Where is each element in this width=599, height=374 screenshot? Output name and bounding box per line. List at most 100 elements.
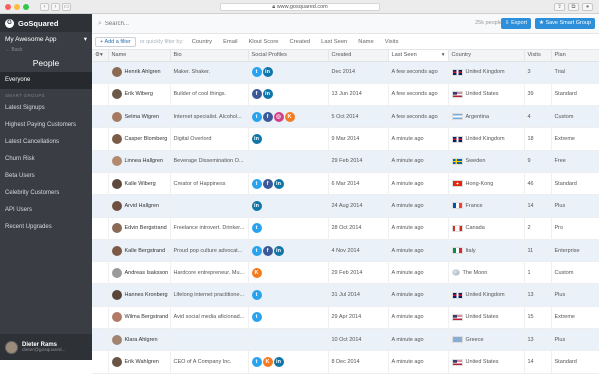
table-row[interactable]: Casper Blomberg Digital Overlord in 9 Ma… — [92, 127, 599, 151]
add-filter-button[interactable]: + Add a filter — [95, 36, 136, 47]
row-checkbox-cell[interactable] — [92, 350, 109, 374]
table-row[interactable]: Erik Wiberg Builder of cool things. f in … — [92, 83, 599, 106]
sidebar-toggle-icon[interactable]: ▭ — [62, 3, 71, 11]
column-header-created[interactable]: Created — [328, 50, 389, 61]
extension-icon[interactable]: ● — [582, 3, 593, 11]
linkedin-icon[interactable]: in — [273, 178, 284, 189]
column-header-bio[interactable]: Bio — [170, 50, 249, 61]
brand[interactable]: G GoSquared — [0, 14, 92, 32]
person-name[interactable]: Klara Ahlgren — [125, 337, 158, 343]
row-checkbox-cell[interactable] — [92, 283, 109, 307]
twitter-icon[interactable]: t — [251, 312, 262, 323]
zoom-window-button[interactable] — [23, 4, 29, 10]
row-checkbox-cell[interactable] — [92, 172, 109, 195]
settings-gear-icon[interactable]: ⚙︎▾ — [92, 50, 109, 61]
quick-filter-visits[interactable]: Visits — [385, 39, 399, 45]
table-row[interactable]: Wilma Bergstrand Avid social media afici… — [92, 306, 599, 329]
twitter-icon[interactable]: t — [251, 245, 262, 256]
tabs-icon[interactable]: ⧉ — [568, 3, 579, 11]
row-checkbox-cell[interactable] — [92, 61, 109, 84]
person-name[interactable]: Wilma Bergstrand — [125, 314, 169, 320]
row-checkbox-cell[interactable] — [92, 239, 109, 262]
person-name[interactable]: Linnea Hallgren — [125, 158, 164, 164]
address-bar[interactable]: 🔒︎ www.gosquared.com — [220, 3, 380, 11]
instagram-icon[interactable]: ◎ — [273, 111, 284, 122]
minimize-window-button[interactable] — [14, 4, 20, 10]
facebook-icon[interactable]: f — [262, 111, 273, 122]
sidebar-item-group[interactable]: Recent Upgrades — [0, 219, 92, 236]
twitter-icon[interactable]: t — [251, 357, 262, 367]
row-checkbox-cell[interactable] — [92, 194, 109, 218]
linkedin-icon[interactable]: in — [273, 357, 284, 367]
row-checkbox-cell[interactable] — [92, 261, 109, 284]
sidebar-item-group[interactable]: Highest Paying Customers — [0, 117, 92, 134]
person-name[interactable]: Kalle Bergstrand — [125, 248, 166, 254]
person-name[interactable]: Kalle Wiberg — [125, 181, 156, 187]
save-smart-group-button[interactable]: ★ Save Smart Group — [534, 18, 595, 29]
person-name[interactable]: Erik Wiberg — [125, 91, 153, 97]
twitter-icon[interactable]: t — [251, 67, 262, 78]
sidebar-item-group[interactable]: Churn Risk — [0, 151, 92, 168]
facebook-icon[interactable]: f — [262, 178, 273, 189]
search-input[interactable] — [104, 20, 245, 27]
quick-filter-created[interactable]: Created — [290, 39, 311, 45]
table-row[interactable]: Hannes Kronberg Lifelong internet practi… — [92, 283, 599, 307]
linkedin-icon[interactable]: in — [262, 89, 273, 100]
quick-filter-name[interactable]: Name — [358, 39, 373, 45]
row-checkbox-cell[interactable] — [92, 328, 109, 351]
column-header-last-seen[interactable]: Last Seen ▾ — [388, 50, 449, 61]
person-name[interactable]: Henrik Ahlgren — [125, 69, 161, 75]
twitter-icon[interactable]: t — [251, 223, 262, 234]
sidebar-item-group[interactable]: Latest Cancellations — [0, 134, 92, 151]
row-checkbox-cell[interactable] — [92, 127, 109, 151]
quick-filter-last-seen[interactable]: Last Seen — [321, 39, 347, 45]
linkedin-icon[interactable]: in — [273, 245, 284, 256]
facebook-icon[interactable]: f — [262, 245, 273, 256]
table-row[interactable]: Edvin Bergstrand Freelance introvert. Dr… — [92, 217, 599, 240]
facebook-icon[interactable]: f — [251, 89, 262, 100]
sidebar-item-group[interactable]: Celebrity Customers — [0, 185, 92, 202]
row-checkbox-cell[interactable] — [92, 306, 109, 329]
column-header-visits[interactable]: Visits — [524, 50, 552, 61]
share-icon[interactable]: ⇪ — [554, 3, 565, 11]
table-row[interactable]: Andreas Isaksson Hardcore entrepreneur. … — [92, 261, 599, 284]
quick-filter-klout-score[interactable]: Klout Score — [249, 39, 279, 45]
table-row[interactable]: Kalle Wiberg Creator of Happiness t f in 6… — [92, 172, 599, 195]
table-row[interactable]: Henrik Ahlgren Maker. Shaker. t in Dec 20… — [92, 61, 599, 84]
person-name[interactable]: Andreas Isaksson — [125, 270, 169, 276]
person-name[interactable]: Casper Blomberg — [125, 136, 168, 142]
linkedin-icon[interactable]: in — [251, 134, 262, 145]
table-row[interactable]: Klara Ahlgren 10 Oct 2014 A minute ago G… — [92, 328, 599, 351]
table-row[interactable]: Erik Wahlgren CEO of A Company Inc. t Kin… — [92, 350, 599, 374]
back-link[interactable]: ← Back — [0, 46, 92, 54]
twitter-icon[interactable]: t — [251, 111, 262, 122]
forward-icon[interactable]: › — [51, 3, 60, 11]
table-row[interactable]: Selma Wigren Internet specialist. Alcoho… — [92, 105, 599, 128]
klout-icon[interactable]: K — [262, 357, 273, 367]
twitter-icon[interactable]: t — [251, 290, 262, 301]
klout-icon[interactable]: K — [251, 267, 262, 278]
person-name[interactable]: Hannes Kronberg — [125, 292, 168, 298]
column-header-plan[interactable]: Plan — [551, 50, 599, 61]
row-checkbox-cell[interactable] — [92, 83, 109, 106]
person-name[interactable]: Selma Wigren — [125, 114, 160, 120]
sidebar-item-group[interactable]: Latest Signups — [0, 100, 92, 117]
user-profile[interactable]: Dieter Rams dieter@gosquared... — [0, 334, 92, 360]
column-header-social[interactable]: Social Profiles — [248, 50, 329, 61]
quick-filter-country[interactable]: Country — [192, 39, 212, 45]
klout-icon[interactable]: K — [284, 111, 295, 122]
sidebar-item-group[interactable]: API Users — [0, 202, 92, 219]
person-name[interactable]: Arvid Hallgren — [125, 203, 160, 209]
sidebar-item-group[interactable]: Beta Users — [0, 168, 92, 185]
export-button[interactable]: ⇩ Export — [500, 18, 531, 29]
sidebar-item-everyone[interactable]: Everyone — [0, 72, 92, 89]
close-window-button[interactable] — [5, 4, 11, 10]
table-row[interactable]: Linnea Hallgren Beverage Dissemination O… — [92, 150, 599, 173]
linkedin-icon[interactable]: in — [262, 67, 273, 78]
column-header-name[interactable]: Name — [108, 50, 171, 61]
project-switcher[interactable]: My Awesome App ▾ — [0, 32, 92, 46]
row-checkbox-cell[interactable] — [92, 105, 109, 128]
person-name[interactable]: Edvin Bergstrand — [125, 225, 167, 231]
row-checkbox-cell[interactable] — [92, 150, 109, 173]
twitter-icon[interactable]: t — [251, 178, 262, 189]
